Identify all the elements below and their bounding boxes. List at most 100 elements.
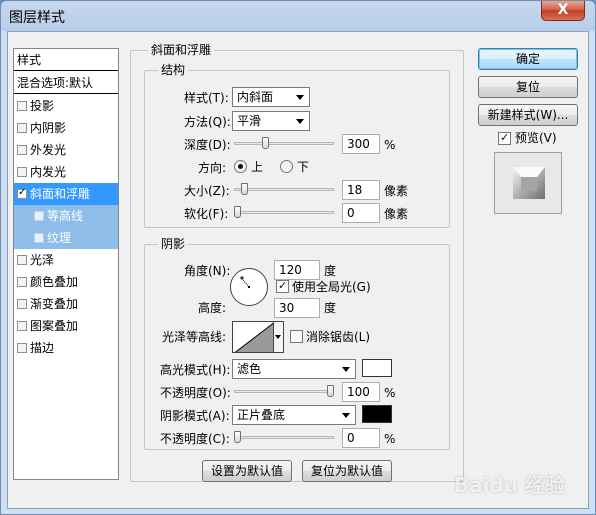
list-item-pattern-overlay[interactable]: 图案叠加	[14, 315, 118, 337]
dialog-client: 样式 混合选项:默认 投影 内阴影 外发光 内发光 斜面和浮雕 等高线 纹理 光…	[7, 31, 589, 509]
direction-down-radio[interactable]	[280, 160, 293, 173]
direction-up-radio[interactable]	[234, 160, 247, 173]
shadow-mode-value: 正片叠底	[237, 408, 286, 422]
reset-button[interactable]: 复位	[478, 76, 578, 98]
checkbox[interactable]	[17, 298, 27, 309]
checkbox[interactable]	[17, 100, 27, 111]
list-item-texture[interactable]: 纹理	[14, 227, 118, 249]
checkbox[interactable]	[17, 187, 27, 199]
list-item-stroke[interactable]: 描边	[14, 337, 118, 359]
size-unit: 像素	[384, 184, 409, 198]
checkbox[interactable]	[17, 276, 27, 287]
styles-list: 样式 混合选项:默认 投影 内阴影 外发光 内发光 斜面和浮雕 等高线 纹理 光…	[13, 48, 119, 480]
technique-label: 方法(Q):	[184, 115, 231, 129]
slider-thumb[interactable]	[327, 385, 334, 397]
checkbox[interactable]	[17, 342, 27, 353]
global-light-label[interactable]: 使用全局光(G)	[292, 279, 371, 295]
list-item-bevel-emboss[interactable]: 斜面和浮雕	[14, 183, 118, 205]
list-item-label: 光泽	[30, 253, 55, 267]
gloss-contour-preview[interactable]	[232, 321, 274, 353]
checkbox[interactable]	[17, 166, 27, 177]
list-item-label: 颜色叠加	[30, 275, 79, 289]
window-title: 图层样式	[9, 10, 65, 26]
depth-label: 深度(D):	[184, 138, 231, 152]
list-item-inner-shadow[interactable]: 内阴影	[14, 117, 118, 139]
list-item-label: 渐变叠加	[30, 297, 79, 311]
altitude-label: 高度:	[198, 301, 227, 315]
technique-select-value: 平滑	[237, 114, 262, 128]
chevron-down-icon	[342, 367, 350, 372]
checkbox[interactable]	[17, 144, 27, 155]
soften-slider[interactable]	[234, 205, 334, 219]
style-select-value: 内斜面	[237, 90, 274, 104]
soften-input[interactable]: 0	[342, 203, 380, 223]
slider-thumb[interactable]	[241, 183, 248, 195]
chevron-down-icon	[342, 413, 350, 418]
blend-options-item[interactable]: 混合选项:默认	[14, 72, 118, 94]
checkbox[interactable]	[17, 122, 27, 133]
anti-alias-checkbox[interactable]	[290, 330, 303, 343]
depth-input[interactable]: 300	[342, 134, 380, 154]
gloss-contour-label: 光泽等高线:	[162, 330, 227, 344]
anti-alias-label[interactable]: 消除锯齿(L)	[306, 329, 370, 345]
angle-dial[interactable]	[230, 268, 268, 306]
size-slider[interactable]	[234, 182, 334, 196]
list-item-label: 纹理	[47, 231, 72, 245]
altitude-unit: 度	[324, 301, 337, 315]
highlight-opacity-unit: %	[384, 386, 396, 400]
shadow-mode-select[interactable]: 正片叠底	[232, 405, 356, 425]
preview-label[interactable]: 预览(V)	[515, 130, 557, 146]
new-style-button[interactable]: 新建样式(W)...	[478, 104, 578, 126]
list-item-gradient-overlay[interactable]: 渐变叠加	[14, 293, 118, 315]
style-select[interactable]: 内斜面	[232, 87, 310, 107]
slider-thumb[interactable]	[234, 431, 241, 443]
highlight-opacity-slider[interactable]	[234, 384, 334, 398]
size-label: 大小(Z):	[184, 184, 230, 198]
make-default-button[interactable]: 设置为默认值	[202, 460, 292, 482]
watermark: Baidu 经验	[453, 473, 565, 497]
size-input[interactable]: 18	[342, 180, 380, 200]
gloss-contour-dropdown[interactable]	[274, 321, 284, 353]
list-item-drop-shadow[interactable]: 投影	[14, 95, 118, 117]
title-bar[interactable]: 图层样式 X	[1, 1, 595, 31]
shadow-opacity-slider[interactable]	[234, 430, 334, 444]
reset-default-button[interactable]: 复位为默认值	[302, 460, 392, 482]
slider-thumb[interactable]	[234, 206, 241, 218]
list-item-color-overlay[interactable]: 颜色叠加	[14, 271, 118, 293]
shadow-opacity-input[interactable]: 0	[342, 428, 380, 448]
shading-title: 阴影	[158, 237, 189, 251]
ok-button[interactable]: 确定	[478, 48, 578, 70]
list-item-contour[interactable]: 等高线	[14, 205, 118, 227]
direction-down-label[interactable]: 下	[297, 159, 309, 175]
shadow-opacity-label: 不透明度(C):	[160, 432, 230, 446]
styles-list-header[interactable]: 样式	[14, 49, 118, 71]
list-item-inner-glow[interactable]: 内发光	[14, 161, 118, 183]
direction-up-label[interactable]: 上	[251, 159, 263, 175]
global-light-checkbox[interactable]	[276, 279, 289, 293]
checkbox[interactable]	[34, 232, 44, 243]
highlight-mode-select[interactable]: 滤色	[232, 359, 356, 379]
depth-unit: %	[384, 138, 396, 152]
preview-checkbox[interactable]	[498, 131, 511, 145]
altitude-input[interactable]: 30	[274, 298, 320, 318]
highlight-opacity-input[interactable]: 100	[342, 382, 380, 402]
checkbox[interactable]	[17, 320, 27, 331]
soften-unit: 像素	[384, 207, 409, 221]
list-item-label: 图案叠加	[30, 319, 79, 333]
list-item-outer-glow[interactable]: 外发光	[14, 139, 118, 161]
technique-select[interactable]: 平滑	[232, 111, 310, 131]
checkbox[interactable]	[34, 210, 44, 221]
close-button[interactable]: X	[541, 1, 585, 21]
soften-label: 软化(F):	[184, 207, 229, 221]
preview-thumbnail-icon	[513, 167, 545, 199]
depth-slider[interactable]	[234, 136, 334, 150]
contour-curve-icon	[234, 322, 273, 352]
checkbox[interactable]	[17, 254, 27, 265]
slider-thumb[interactable]	[262, 137, 269, 149]
highlight-opacity-label: 不透明度(O):	[160, 386, 231, 400]
shadow-color-swatch[interactable]	[362, 405, 392, 423]
highlight-color-swatch[interactable]	[362, 359, 392, 377]
list-item-label: 斜面和浮雕	[30, 187, 91, 201]
list-item-satin[interactable]: 光泽	[14, 249, 118, 271]
angle-input[interactable]: 120	[274, 260, 320, 280]
